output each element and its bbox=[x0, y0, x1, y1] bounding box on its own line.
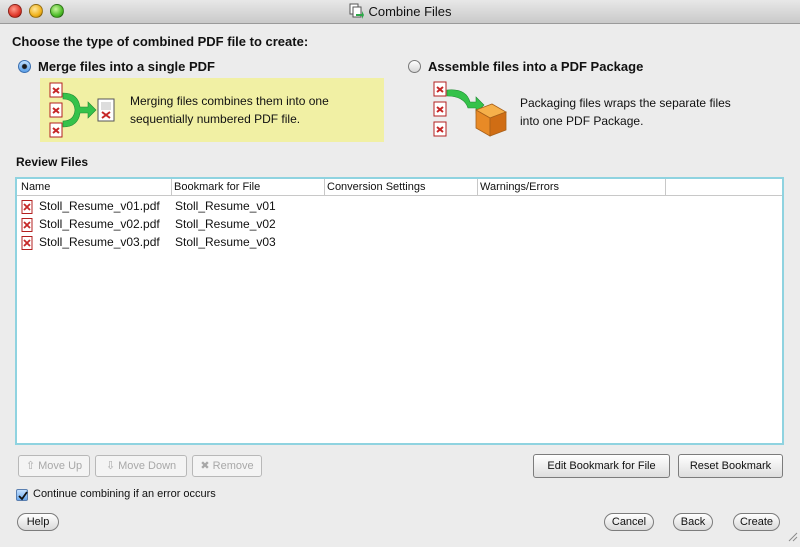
x-icon: ✖ bbox=[200, 460, 210, 472]
combine-files-icon bbox=[348, 3, 365, 22]
package-option-label[interactable]: Assemble files into a PDF Package bbox=[428, 59, 643, 74]
type-heading: Choose the type of combined PDF file to … bbox=[12, 34, 309, 49]
column-header-bookmark[interactable]: Bookmark for File bbox=[174, 181, 260, 193]
pdf-file-icon bbox=[21, 218, 34, 235]
row-bookmark: Stoll_Resume_v02 bbox=[175, 217, 276, 231]
merge-option-box[interactable]: Merging files combines them into one seq… bbox=[40, 78, 384, 142]
resize-grip-icon[interactable] bbox=[786, 530, 798, 545]
arrow-up-icon: ⇧ bbox=[25, 460, 36, 472]
create-button[interactable]: Create bbox=[733, 513, 780, 531]
merge-desc-line1: Merging files combines them into one bbox=[130, 94, 329, 108]
table-header: Name Bookmark for File Conversion Settin… bbox=[17, 179, 782, 196]
column-header-conversion[interactable]: Conversion Settings bbox=[327, 181, 425, 193]
window-title: Combine Files bbox=[368, 4, 452, 19]
move-down-button[interactable]: ⇩ Move Down bbox=[95, 455, 187, 477]
review-files-table[interactable]: Name Bookmark for File Conversion Settin… bbox=[15, 177, 784, 445]
continue-checkbox[interactable] bbox=[16, 489, 28, 501]
row-bookmark: Stoll_Resume_v03 bbox=[175, 235, 276, 249]
move-down-label: Move Down bbox=[118, 460, 177, 472]
cancel-button[interactable]: Cancel bbox=[604, 513, 654, 531]
package-desc-line2: into one PDF Package. bbox=[520, 114, 644, 128]
row-file-name: Stoll_Resume_v02.pdf bbox=[39, 217, 160, 231]
row-file-name: Stoll_Resume_v01.pdf bbox=[39, 199, 160, 213]
column-divider[interactable] bbox=[171, 179, 172, 196]
continue-checkbox-label[interactable]: Continue combining if an error occurs bbox=[33, 488, 216, 500]
checkmark-icon bbox=[18, 491, 28, 501]
move-up-button[interactable]: ⇧ Move Up bbox=[18, 455, 90, 477]
merge-option-label[interactable]: Merge files into a single PDF bbox=[38, 59, 215, 74]
back-button[interactable]: Back bbox=[673, 513, 713, 531]
column-divider[interactable] bbox=[665, 179, 666, 196]
column-header-warnings[interactable]: Warnings/Errors bbox=[480, 181, 559, 193]
row-file-name: Stoll_Resume_v03.pdf bbox=[39, 235, 160, 249]
help-button[interactable]: Help bbox=[17, 513, 59, 531]
edit-bookmark-button[interactable]: Edit Bookmark for File bbox=[533, 454, 670, 478]
review-files-label: Review Files bbox=[16, 155, 89, 169]
arrow-down-icon: ⇩ bbox=[105, 460, 116, 472]
reset-bookmark-button[interactable]: Reset Bookmark bbox=[678, 454, 783, 478]
package-desc-line1: Packaging files wraps the separate files bbox=[520, 96, 731, 110]
merge-desc-line2: sequentially numbered PDF file. bbox=[130, 112, 301, 126]
remove-button[interactable]: ✖ Remove bbox=[192, 455, 262, 477]
merge-arrow-icon bbox=[48, 81, 118, 142]
window-title-wrap: Combine Files bbox=[0, 3, 800, 22]
remove-label: Remove bbox=[212, 460, 254, 472]
merge-radio[interactable] bbox=[18, 60, 31, 73]
pdf-file-icon bbox=[21, 236, 34, 253]
column-divider[interactable] bbox=[324, 179, 325, 196]
column-divider[interactable] bbox=[477, 179, 478, 196]
column-header-name[interactable]: Name bbox=[21, 181, 50, 193]
row-bookmark: Stoll_Resume_v01 bbox=[175, 199, 276, 213]
move-up-label: Move Up bbox=[38, 460, 83, 472]
package-box-icon bbox=[432, 80, 508, 143]
package-radio[interactable] bbox=[408, 60, 421, 73]
window-titlebar: Combine Files bbox=[0, 0, 800, 24]
pdf-file-icon bbox=[21, 200, 34, 217]
